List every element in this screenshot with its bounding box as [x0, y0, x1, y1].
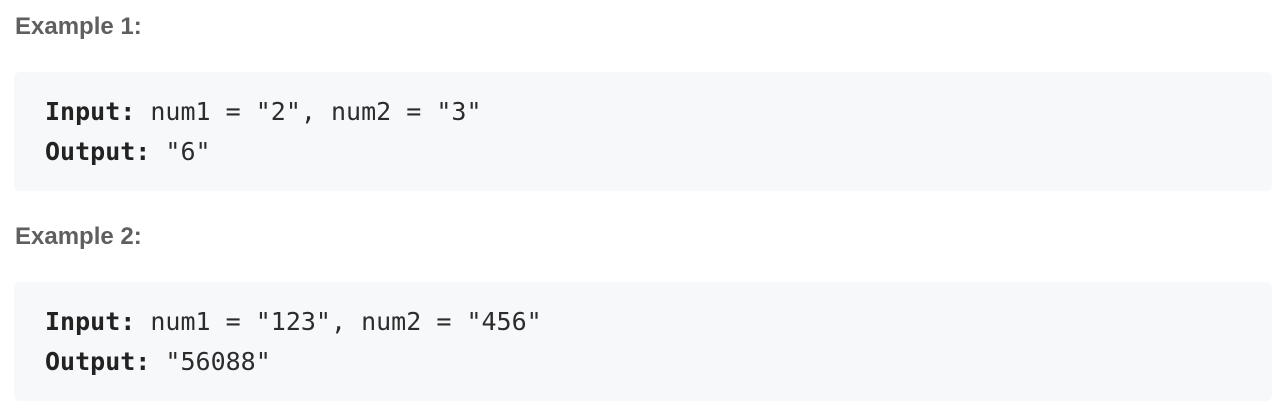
output-value: "56088": [150, 347, 271, 376]
output-label: Output:: [45, 347, 151, 376]
input-label: Input:: [45, 97, 136, 126]
input-value: num1 = "123", num2 = "456": [135, 307, 542, 336]
example-1-heading: Example 1:: [15, 13, 142, 40]
example-2-code-block: Input: num1 = "123", num2 = "456" Output…: [14, 282, 1272, 401]
example-2-output-line: Output: "56088": [45, 342, 1272, 382]
example-1-code-block: Input: num1 = "2", num2 = "3" Output: "6…: [14, 72, 1272, 191]
output-label: Output:: [45, 137, 151, 166]
input-value: num1 = "2", num2 = "3": [135, 97, 482, 126]
input-label: Input:: [45, 307, 136, 336]
example-1-output-line: Output: "6": [45, 132, 1272, 172]
output-value: "6": [150, 137, 211, 166]
example-2-heading: Example 2:: [15, 223, 142, 250]
example-2-input-line: Input: num1 = "123", num2 = "456": [45, 302, 1272, 342]
example-1-input-line: Input: num1 = "2", num2 = "3": [45, 92, 1272, 132]
